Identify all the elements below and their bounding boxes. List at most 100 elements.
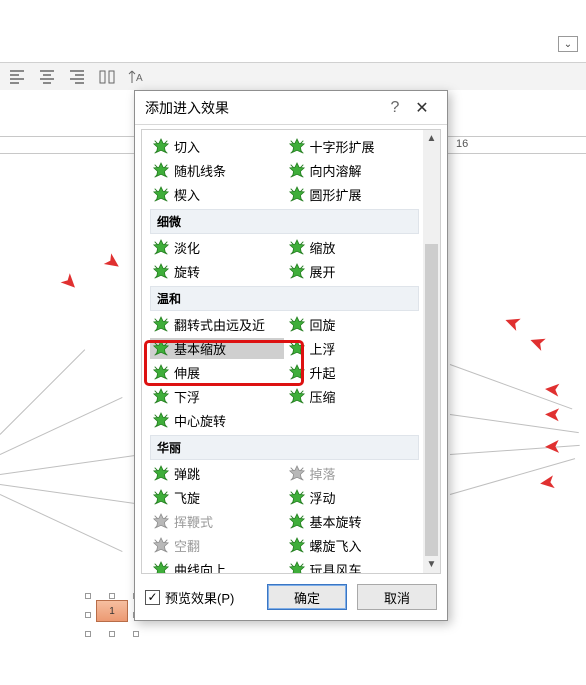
effect-item[interactable]: 中心旋转 — [150, 410, 284, 431]
align-left-icon[interactable] — [6, 66, 28, 88]
effect-label: 压缩 — [310, 387, 420, 406]
scroll-thumb[interactable] — [425, 244, 438, 556]
effect-label: 翻转式由远及近 — [174, 315, 284, 334]
star-icon — [288, 561, 306, 574]
checkbox-icon: ✓ — [145, 590, 160, 605]
ribbon-toolbar: A — [0, 62, 586, 90]
effect-label: 基本旋转 — [310, 512, 420, 531]
effect-item[interactable]: 基本缩放 — [150, 338, 284, 359]
star-icon — [152, 162, 170, 180]
effect-item[interactable]: 飞旋 — [150, 487, 284, 508]
effect-label: 上浮 — [310, 339, 420, 358]
star-icon — [288, 340, 306, 358]
motion-arrow-icon: ➤ — [544, 378, 561, 400]
effect-item[interactable]: 翻转式由远及近 — [150, 314, 284, 335]
ok-button[interactable]: 确定 — [267, 584, 347, 610]
dialog-help-button[interactable]: ? — [383, 99, 407, 117]
effect-item[interactable]: 旋转 — [150, 261, 284, 282]
dialog-close-button[interactable]: ✕ — [407, 98, 437, 118]
cancel-button[interactable]: 取消 — [357, 584, 437, 610]
effect-item[interactable]: 玩具风车 — [286, 559, 420, 573]
star-icon — [152, 263, 170, 281]
selected-shape[interactable]: 1 — [88, 596, 136, 634]
star-icon — [152, 465, 170, 483]
effect-label: 向内溶解 — [310, 161, 420, 180]
effect-item[interactable]: 楔入 — [150, 184, 284, 205]
effect-item[interactable]: 下浮 — [150, 386, 284, 407]
star-icon — [152, 239, 170, 257]
text-direction-icon[interactable]: A — [126, 66, 148, 88]
effect-label: 掉落 — [310, 464, 420, 483]
preview-checkbox[interactable]: ✓ 预览效果(P) — [145, 588, 257, 607]
ruler-mark: 16 — [456, 138, 468, 150]
effect-item[interactable]: 圆形扩展 — [286, 184, 420, 205]
scroll-up-button[interactable]: ▲ — [423, 130, 440, 147]
dialog-footer: ✓ 预览效果(P) 确定 取消 — [135, 574, 447, 620]
star-icon — [152, 186, 170, 204]
effect-label: 随机线条 — [174, 161, 284, 180]
effect-label: 缩放 — [310, 238, 420, 257]
effect-label: 挥鞭式 — [174, 512, 284, 531]
effect-item[interactable]: 缩放 — [286, 237, 420, 258]
effect-label: 玩具风车 — [310, 560, 420, 573]
effect-label: 飞旋 — [174, 488, 284, 507]
align-center-icon[interactable] — [36, 66, 58, 88]
effect-label: 空翻 — [174, 536, 284, 555]
effect-item[interactable]: 上浮 — [286, 338, 420, 359]
scroll-down-button[interactable]: ▼ — [423, 556, 440, 573]
star-icon — [288, 316, 306, 334]
effect-label: 下浮 — [174, 387, 284, 406]
effect-item[interactable]: 淡化 — [150, 237, 284, 258]
effect-item[interactable]: 回旋 — [286, 314, 420, 335]
effect-item[interactable]: 挥鞭式 — [150, 511, 284, 532]
effect-label: 中心旋转 — [174, 411, 284, 430]
motion-arrow-icon: ➤ — [527, 330, 548, 355]
effect-label: 圆形扩展 — [310, 185, 420, 204]
effect-item[interactable]: 向内溶解 — [286, 160, 420, 181]
effect-item[interactable]: 浮动 — [286, 487, 420, 508]
effect-label: 淡化 — [174, 238, 284, 257]
effect-item[interactable]: 切入 — [150, 136, 284, 157]
star-icon — [152, 513, 170, 531]
effects-list: 切入十字形扩展随机线条向内溶解楔入圆形扩展细微淡化缩放旋转展开温和翻转式由远及近… — [142, 130, 423, 573]
columns-icon[interactable] — [96, 66, 118, 88]
effect-item[interactable]: 伸展 — [150, 362, 284, 383]
effect-label: 旋转 — [174, 262, 284, 281]
align-right-icon[interactable] — [66, 66, 88, 88]
motion-arrow-icon: ➤ — [545, 404, 561, 426]
effect-item[interactable]: 基本旋转 — [286, 511, 420, 532]
dialog-title: 添加进入效果 — [145, 98, 383, 118]
shape-index-label: 1 — [96, 600, 128, 622]
effect-label: 弹跳 — [174, 464, 284, 483]
star-icon — [288, 263, 306, 281]
effect-item[interactable]: 弹跳 — [150, 463, 284, 484]
scrollbar-vertical[interactable]: ▲ ▼ — [423, 130, 440, 573]
effect-label: 伸展 — [174, 363, 284, 382]
section-header-subtle: 细微 — [150, 209, 419, 234]
section-header-exciting: 华丽 — [150, 435, 419, 460]
effect-label: 升起 — [310, 363, 420, 382]
preview-checkbox-label: 预览效果(P) — [165, 588, 234, 607]
effect-label: 展开 — [310, 262, 420, 281]
effect-label: 基本缩放 — [174, 339, 284, 358]
effect-item[interactable]: 随机线条 — [150, 160, 284, 181]
effect-label: 螺旋飞入 — [310, 536, 420, 555]
effect-item[interactable]: 升起 — [286, 362, 420, 383]
collapse-control[interactable]: ⌄ — [558, 36, 578, 52]
star-icon — [288, 388, 306, 406]
star-icon — [152, 412, 170, 430]
dialog-titlebar: 添加进入效果 ? ✕ — [135, 91, 447, 125]
star-icon — [288, 239, 306, 257]
effect-item[interactable]: 展开 — [286, 261, 420, 282]
star-icon — [152, 364, 170, 382]
effect-item[interactable]: 十字形扩展 — [286, 136, 420, 157]
star-icon — [152, 561, 170, 574]
effect-item[interactable]: 空翻 — [150, 535, 284, 556]
star-icon — [288, 537, 306, 555]
effect-item[interactable]: 曲线向上 — [150, 559, 284, 573]
star-icon — [288, 465, 306, 483]
effect-item[interactable]: 压缩 — [286, 386, 420, 407]
effect-item[interactable]: 掉落 — [286, 463, 420, 484]
effect-item[interactable]: 螺旋飞入 — [286, 535, 420, 556]
motion-arrow-icon: ➤ — [502, 310, 523, 335]
